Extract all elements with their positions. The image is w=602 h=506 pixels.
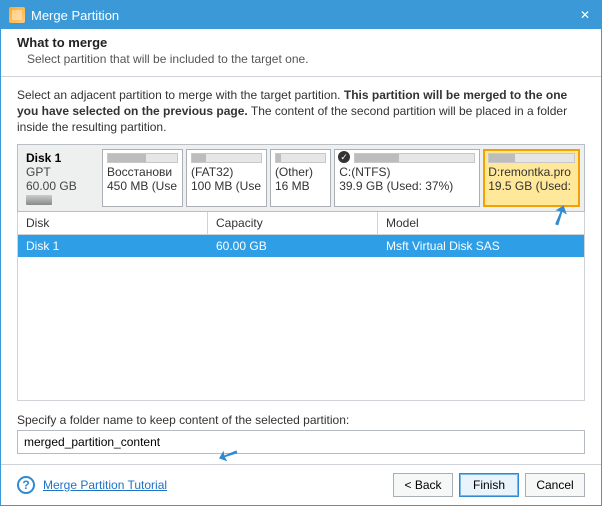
partition-label: (FAT32)	[191, 165, 262, 179]
check-icon: ✓	[338, 151, 350, 163]
col-header-model[interactable]: Model	[378, 212, 584, 234]
instruction-pre: Select an adjacent partition to merge wi…	[17, 88, 344, 102]
folder-name-input[interactable]	[17, 430, 585, 454]
partition-c[interactable]: ✓ C:(NTFS) 39.9 GB (Used: 37%)	[334, 149, 480, 207]
partition-size: 39.9 GB (Used: 37%)	[339, 179, 475, 193]
disk-name: Disk 1	[26, 151, 95, 165]
partition-size: 19.5 GB (Used:	[488, 179, 575, 193]
finish-button[interactable]: Finish	[459, 473, 519, 497]
folder-name-label: Specify a folder name to keep content of…	[17, 413, 585, 427]
app-icon	[9, 7, 25, 23]
merge-partition-dialog: Merge Partition ✕ What to merge Select p…	[0, 0, 602, 506]
footer: ? Merge Partition Tutorial < Back Finish…	[1, 464, 601, 505]
partition-d-selected[interactable]: D:remontka.pro 19.5 GB (Used:	[483, 149, 580, 207]
titlebar: Merge Partition ✕	[1, 1, 601, 29]
help-icon[interactable]: ?	[17, 476, 35, 494]
close-icon[interactable]: ✕	[577, 8, 593, 22]
partition-fat32[interactable]: (FAT32) 100 MB (Use	[186, 149, 267, 207]
partition-size: 100 MB (Use	[191, 179, 262, 193]
page-subtitle: Select partition that will be included t…	[17, 52, 585, 66]
partition-label: (Other)	[275, 165, 326, 179]
partition-recovery[interactable]: Восстанови 450 MB (Use	[102, 149, 183, 207]
cancel-button[interactable]: Cancel	[525, 473, 585, 497]
col-header-disk[interactable]: Disk	[18, 212, 208, 234]
col-header-capacity[interactable]: Capacity	[208, 212, 378, 234]
back-button[interactable]: < Back	[393, 473, 453, 497]
body: Select an adjacent partition to merge wi…	[1, 77, 601, 464]
disk-header: Disk 1 GPT 60.00 GB	[22, 149, 99, 207]
disk-size: 60.00 GB	[26, 179, 95, 193]
tutorial-link[interactable]: Merge Partition Tutorial	[43, 478, 167, 492]
disk-icon	[26, 195, 52, 205]
partition-label: Восстанови	[107, 165, 178, 179]
cell-disk: Disk 1	[18, 235, 208, 257]
disk-table-header: Disk Capacity Model	[17, 212, 585, 235]
partition-label: D:remontka.pro	[488, 165, 575, 179]
partition-other[interactable]: (Other) 16 MB	[270, 149, 331, 207]
cell-model: Msft Virtual Disk SAS	[378, 235, 584, 257]
partition-size: 450 MB (Use	[107, 179, 178, 193]
partition-label: C:(NTFS)	[339, 165, 475, 179]
disk-map: Disk 1 GPT 60.00 GB Восстанови 450 MB (U…	[17, 144, 585, 212]
disk-type: GPT	[26, 165, 95, 179]
window-title: Merge Partition	[31, 8, 577, 23]
cell-capacity: 60.00 GB	[208, 235, 378, 257]
partition-size: 16 MB	[275, 179, 326, 193]
page-title: What to merge	[17, 35, 585, 50]
header: What to merge Select partition that will…	[1, 29, 601, 77]
instruction-text: Select an adjacent partition to merge wi…	[17, 87, 585, 136]
disk-table-body: Disk 1 60.00 GB Msft Virtual Disk SAS	[17, 235, 585, 401]
table-row[interactable]: Disk 1 60.00 GB Msft Virtual Disk SAS	[18, 235, 584, 257]
